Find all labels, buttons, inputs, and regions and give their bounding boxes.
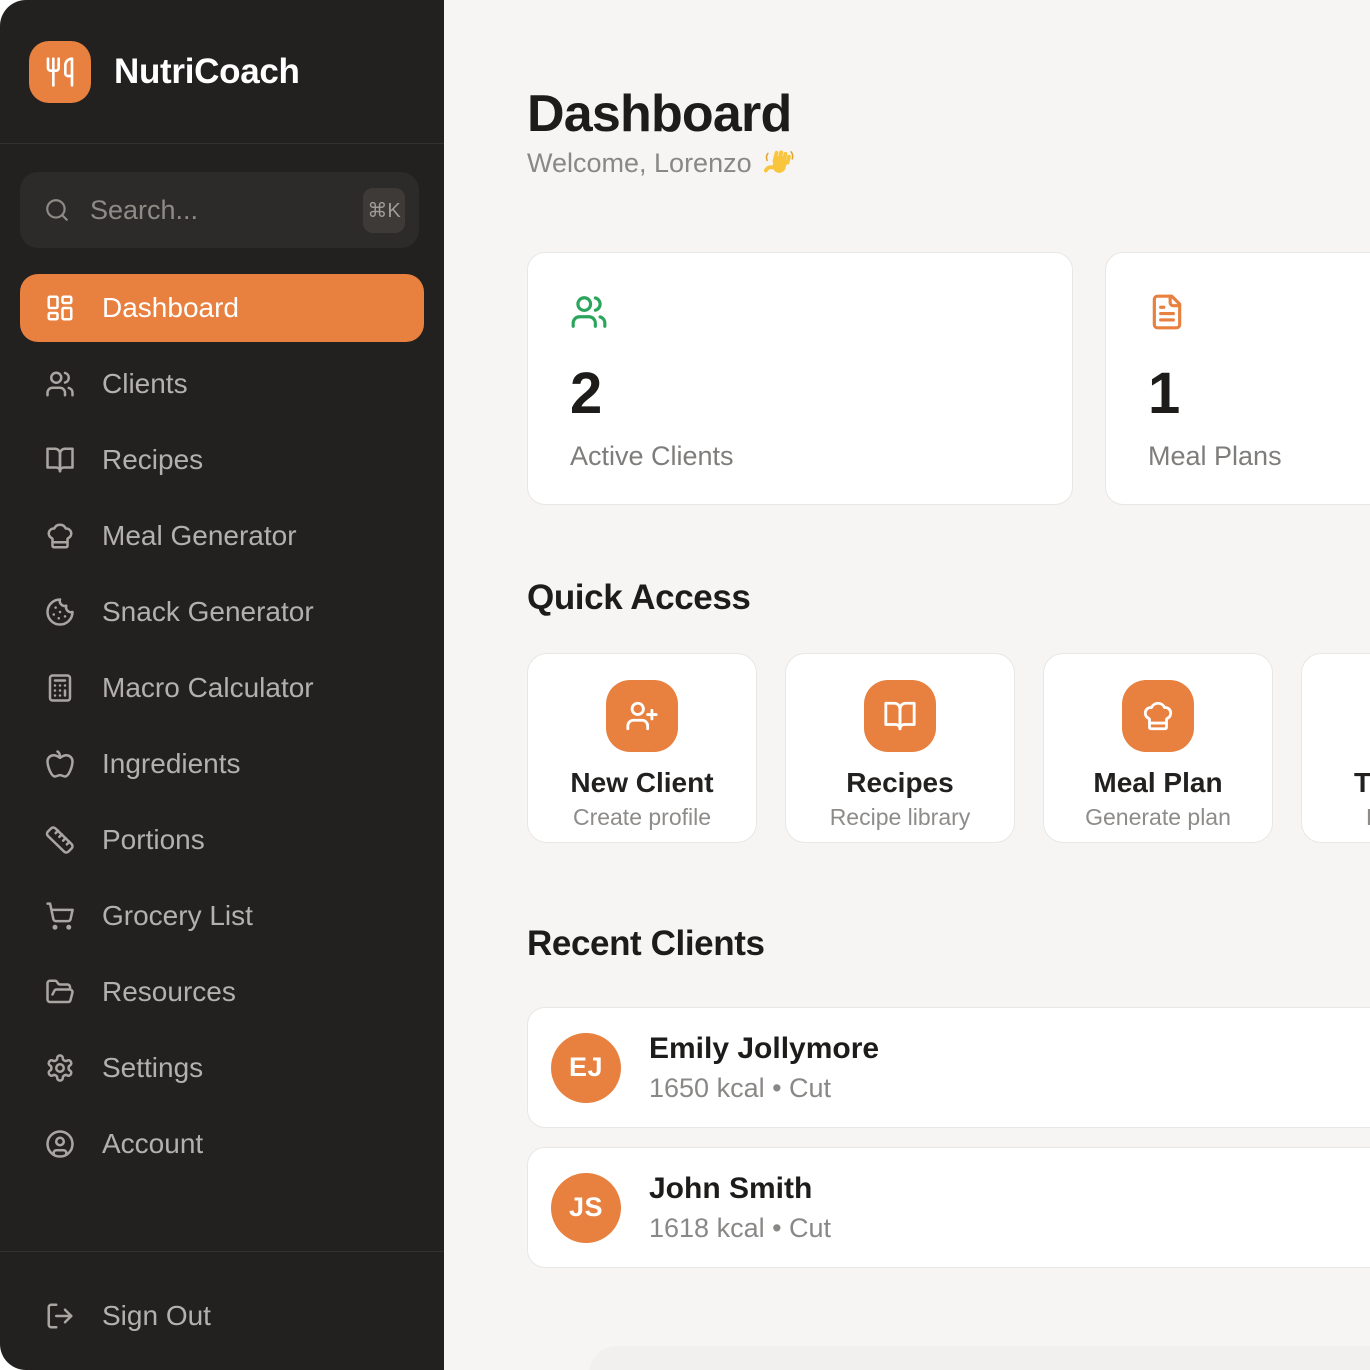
client-row-john-smith[interactable]: JS John Smith 1618 kcal • Cut: [527, 1147, 1370, 1268]
quick-access-clipped-card[interactable]: Te R: [1301, 653, 1370, 843]
client-row-emily-jollymore[interactable]: EJ Emily Jollymore 1650 kcal • Cut: [527, 1007, 1370, 1128]
stat-card-active-clients: 2 Active Clients: [527, 252, 1073, 505]
chef-hat-icon: [1122, 680, 1194, 752]
quick-access-meal-plan[interactable]: Meal Plan Generate plan: [1043, 653, 1273, 843]
users-icon: [570, 293, 1030, 331]
quick-access-label: Meal Plan: [1093, 768, 1222, 799]
client-name: Emily Jollymore: [649, 1032, 879, 1066]
user-plus-icon: [606, 680, 678, 752]
stat-value: 1: [1148, 365, 1370, 423]
sidebar-item-ingredients[interactable]: Ingredients: [20, 730, 424, 798]
circle-user-icon: [45, 1129, 75, 1159]
quick-access-row: New Client Create profile Recipes Recipe…: [527, 653, 1370, 843]
chef-hat-icon: [45, 521, 75, 551]
calculator-icon: [45, 673, 75, 703]
sign-out-button[interactable]: Sign Out: [20, 1282, 424, 1350]
clipped-icon-placeholder: [1302, 680, 1303, 752]
quick-access-sub: R: [1366, 804, 1370, 831]
waving-hand-emoji: [764, 148, 795, 179]
sidebar-item-label: Settings: [102, 1052, 203, 1084]
book-open-icon: [864, 680, 936, 752]
utensils-logo-icon: [29, 41, 91, 103]
stat-label: Meal Plans: [1148, 441, 1370, 472]
quick-access-label: Recipes: [846, 768, 953, 799]
sidebar-item-label: Recipes: [102, 444, 203, 476]
folder-open-icon: [45, 977, 75, 1007]
main-content: Dashboard Welcome, Lorenzo: [444, 0, 1370, 1370]
stat-card-meal-plans: 1 Meal Plans: [1105, 252, 1370, 505]
page-title: Dashboard: [527, 84, 791, 144]
search-icon: [44, 197, 70, 223]
client-detail: 1618 kcal • Cut: [649, 1213, 831, 1244]
sidebar-item-label: Snack Generator: [102, 596, 314, 628]
client-detail: 1650 kcal • Cut: [649, 1073, 879, 1104]
sidebar-item-dashboard[interactable]: Dashboard: [20, 274, 424, 342]
app-title: NutriCoach: [114, 52, 300, 92]
avatar: EJ: [551, 1033, 621, 1103]
quick-access-label: Te: [1354, 768, 1370, 799]
sidebar-item-meal-generator[interactable]: Meal Generator: [20, 502, 424, 570]
cookie-icon: [45, 597, 75, 627]
search-shortcut-badge: ⌘K: [363, 188, 405, 233]
recent-clients-title: Recent Clients: [527, 924, 765, 964]
quick-access-title: Quick Access: [527, 578, 751, 618]
log-out-icon: [45, 1301, 75, 1331]
welcome-message: Welcome, Lorenzo: [527, 148, 795, 179]
sidebar-item-label: Account: [102, 1128, 203, 1160]
ruler-icon: [45, 825, 75, 855]
search-box[interactable]: ⌘K: [20, 172, 419, 248]
client-name: John Smith: [649, 1172, 831, 1206]
sidebar-item-clients[interactable]: Clients: [20, 350, 424, 418]
sidebar-nav: Dashboard Clients Recipes: [20, 274, 424, 1178]
sidebar-item-label: Portions: [102, 824, 205, 856]
quick-access-sub: Recipe library: [830, 804, 971, 831]
client-info: John Smith 1618 kcal • Cut: [649, 1172, 831, 1244]
client-info: Emily Jollymore 1650 kcal • Cut: [649, 1032, 879, 1104]
sidebar-item-label: Clients: [102, 368, 188, 400]
sidebar-item-label: Grocery List: [102, 900, 253, 932]
quick-access-recipes[interactable]: Recipes Recipe library: [785, 653, 1015, 843]
users-icon: [45, 369, 75, 399]
sidebar: NutriCoach ⌘K Dashboard C: [0, 0, 444, 1370]
app-window: NutriCoach ⌘K Dashboard C: [0, 0, 1370, 1370]
sidebar-item-label: Resources: [102, 976, 236, 1008]
sidebar-item-macro-calculator[interactable]: Macro Calculator: [20, 654, 424, 722]
avatar: JS: [551, 1173, 621, 1243]
stat-value: 2: [570, 365, 1030, 423]
sidebar-item-snack-generator[interactable]: Snack Generator: [20, 578, 424, 646]
book-open-icon: [45, 445, 75, 475]
quick-access-new-client[interactable]: New Client Create profile: [527, 653, 757, 843]
stats-row: 2 Active Clients 1 Meal Plans: [527, 252, 1370, 505]
sidebar-item-label: Meal Generator: [102, 520, 297, 552]
sidebar-item-grocery-list[interactable]: Grocery List: [20, 882, 424, 950]
gear-icon: [45, 1053, 75, 1083]
stat-label: Active Clients: [570, 441, 1030, 472]
clipped-bottom-card: [589, 1346, 1370, 1370]
apple-icon: [45, 749, 75, 779]
shopping-cart-icon: [45, 901, 75, 931]
sidebar-item-settings[interactable]: Settings: [20, 1034, 424, 1102]
sidebar-item-account[interactable]: Account: [20, 1110, 424, 1178]
welcome-text: Welcome, Lorenzo: [527, 148, 752, 179]
file-text-icon: [1148, 293, 1370, 331]
sidebar-item-label: Ingredients: [102, 748, 241, 780]
sidebar-item-resources[interactable]: Resources: [20, 958, 424, 1026]
sidebar-footer: Sign Out: [0, 1251, 444, 1370]
logo-row: NutriCoach: [0, 0, 444, 144]
quick-access-sub: Generate plan: [1085, 804, 1231, 831]
quick-access-label: New Client: [570, 768, 713, 799]
sidebar-item-recipes[interactable]: Recipes: [20, 426, 424, 494]
layout-dashboard-icon: [45, 293, 75, 323]
sidebar-item-label: Dashboard: [102, 292, 239, 324]
recent-clients-list: EJ Emily Jollymore 1650 kcal • Cut JS Jo…: [527, 1007, 1370, 1268]
search-input[interactable]: [90, 195, 363, 226]
sidebar-item-label: Macro Calculator: [102, 672, 314, 704]
quick-access-sub: Create profile: [573, 804, 711, 831]
sign-out-label: Sign Out: [102, 1300, 211, 1332]
sidebar-item-portions[interactable]: Portions: [20, 806, 424, 874]
